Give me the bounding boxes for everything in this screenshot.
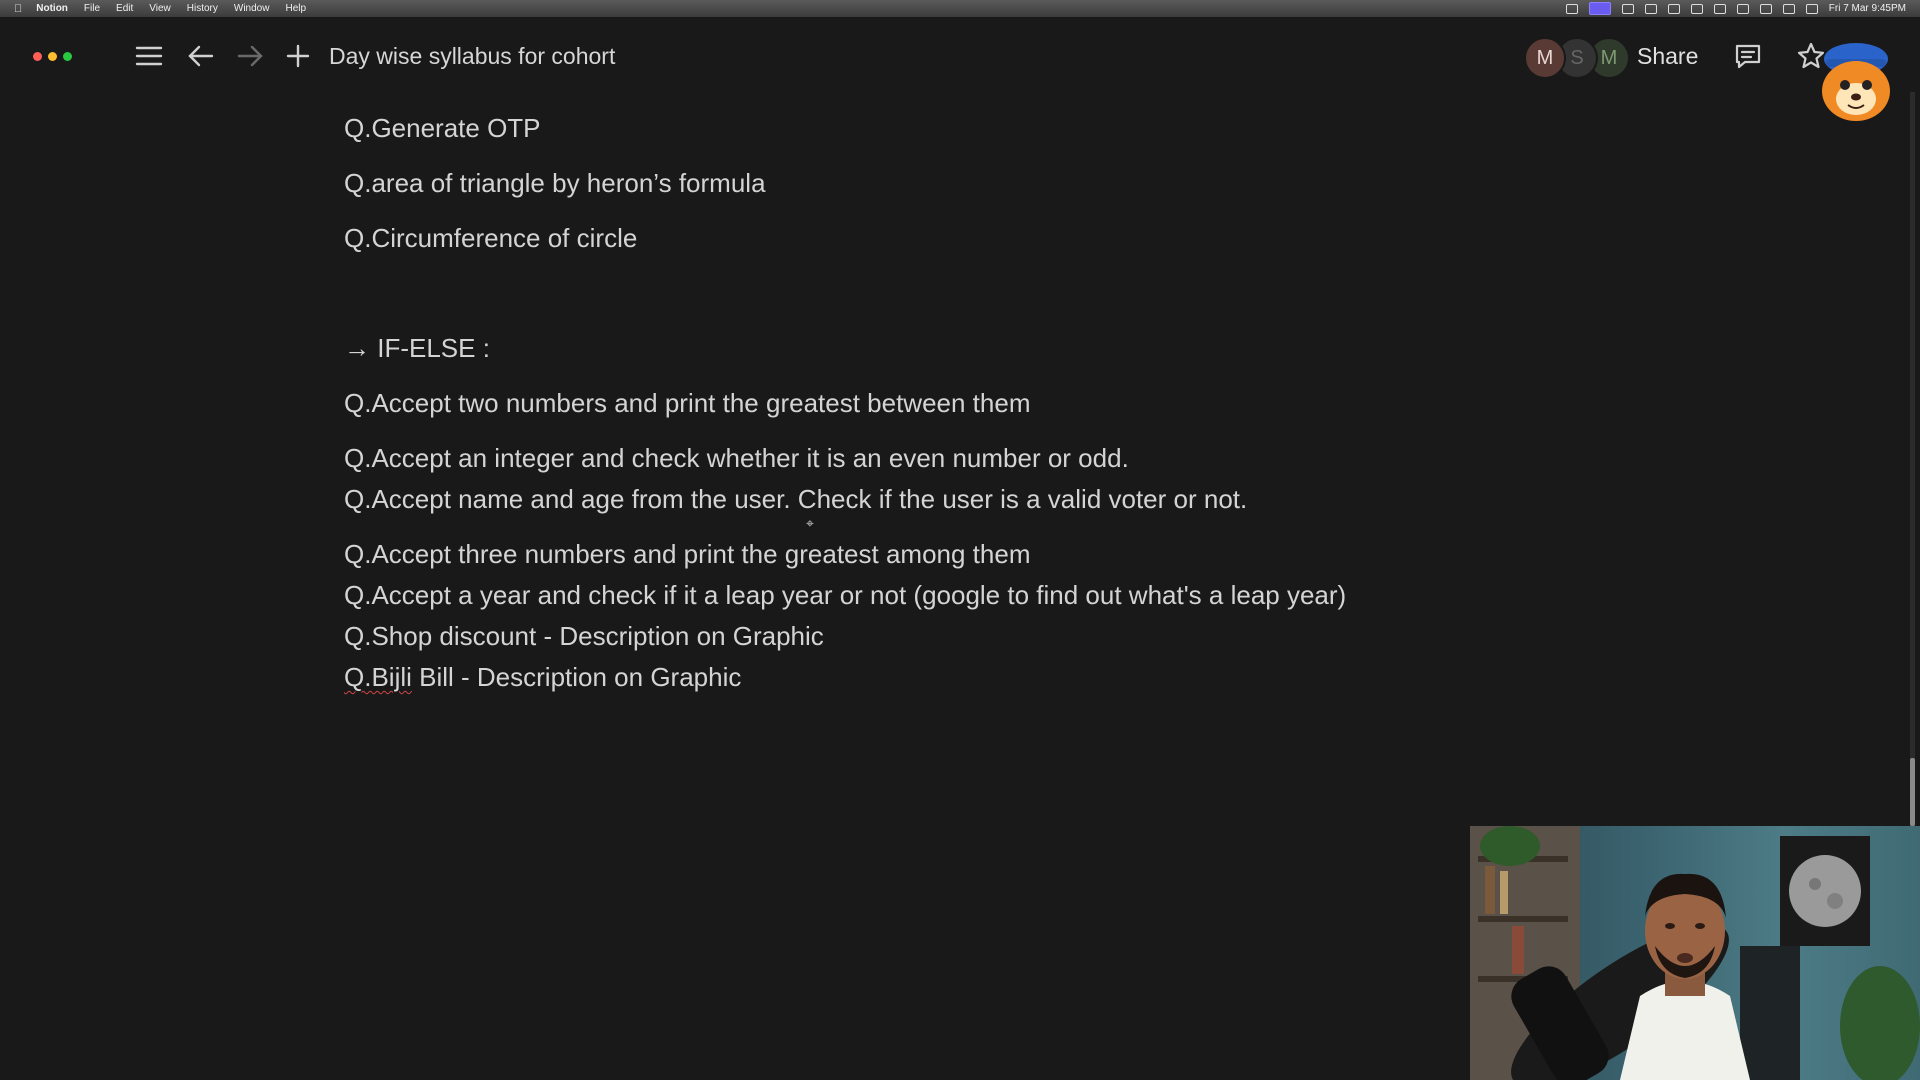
question-line-rest: Bill - Description on Graphic <box>411 662 742 692</box>
settings-icon[interactable] <box>1690 3 1703 14</box>
menu-window[interactable]: Window <box>234 3 270 14</box>
wifi-icon[interactable] <box>1759 3 1772 14</box>
scrollbar-track[interactable] <box>1910 92 1915 827</box>
text-cursor-icon: ⌖ <box>806 515 814 531</box>
avatar[interactable]: M <box>1524 37 1566 79</box>
page-title[interactable]: Day wise syllabus for cohort <box>329 43 615 70</box>
zoom-window-button[interactable] <box>63 52 72 61</box>
webcam-overlay <box>1470 826 1920 1080</box>
apple-menu-icon[interactable]:  <box>14 3 22 15</box>
sync-icon[interactable] <box>1565 3 1578 14</box>
new-page-plus-icon[interactable] <box>281 39 315 73</box>
question-line[interactable]: Q.area of triangle by heron’s formula <box>344 168 766 199</box>
forward-arrow-icon[interactable] <box>233 39 267 73</box>
question-line[interactable]: Q.Accept two numbers and print the great… <box>344 388 1031 419</box>
section-heading-if-else[interactable]: → IF-ELSE : <box>344 333 490 364</box>
record-icon[interactable] <box>1644 3 1657 14</box>
upload-icon[interactable] <box>1667 3 1680 14</box>
collaborator-avatars[interactable]: M S M <box>1524 37 1630 79</box>
question-line[interactable]: Q.Accept name and age from the user. Che… <box>344 484 1247 515</box>
question-line[interactable]: Q.Circumference of circle <box>344 223 637 254</box>
question-line[interactable]: Q.Accept an integer and check whether it… <box>344 443 1129 474</box>
screen-share-icon[interactable] <box>1588 2 1611 15</box>
share-button[interactable]: Share <box>1637 43 1698 70</box>
menubar-clock[interactable]: Fri 7 Mar 9:45PM <box>1829 3 1906 14</box>
menu-app-name[interactable]: Notion <box>36 3 68 14</box>
search-icon[interactable] <box>1782 3 1795 14</box>
question-line[interactable]: Q.Accept a year and check if it a leap y… <box>344 580 1346 611</box>
presenter-video-image <box>1470 826 1920 1080</box>
close-window-button[interactable] <box>33 52 42 61</box>
question-line[interactable]: Q.Bijli Bill - Description on Graphic <box>344 662 741 693</box>
battery-icon[interactable] <box>1736 3 1749 14</box>
window-controls <box>33 52 72 61</box>
menu-file[interactable]: File <box>84 3 100 14</box>
macos-menubar:  Notion File Edit View History Window H… <box>0 0 1920 17</box>
question-line[interactable]: Q.Generate OTP <box>344 113 541 144</box>
comments-icon[interactable] <box>1731 39 1765 73</box>
menu-history[interactable]: History <box>187 3 218 14</box>
note-icon[interactable] <box>1713 3 1726 14</box>
menu-edit[interactable]: Edit <box>116 3 133 14</box>
menubar-tray: Fri 7 Mar 9:45PM <box>1565 0 1906 17</box>
back-arrow-icon[interactable] <box>184 39 218 73</box>
control-center-icon[interactable] <box>1805 3 1818 14</box>
misspelled-word[interactable]: Q.Bijli <box>344 662 412 692</box>
menu-help[interactable]: Help <box>285 3 306 14</box>
minimize-window-button[interactable] <box>48 52 57 61</box>
scrollbar-thumb[interactable] <box>1910 758 1915 826</box>
notion-topbar: Day wise syllabus for cohort M S M Share <box>0 17 1920 97</box>
tiger-mascot-icon <box>1822 43 1890 121</box>
sidebar-menu-icon[interactable] <box>132 39 166 73</box>
question-line[interactable]: Q.Accept three numbers and print the gre… <box>344 539 1031 570</box>
pen-icon[interactable] <box>1621 3 1634 14</box>
question-line[interactable]: Q.Shop discount - Description on Graphic <box>344 621 824 652</box>
menu-view[interactable]: View <box>149 3 171 14</box>
